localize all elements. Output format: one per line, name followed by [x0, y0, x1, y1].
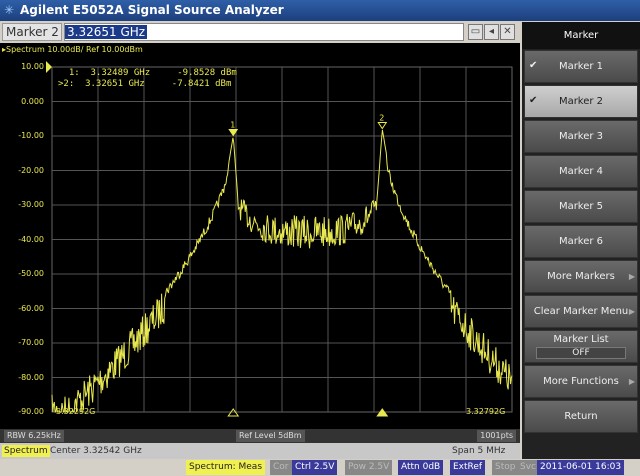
softkey-label: Marker 2	[558, 96, 604, 107]
y-tick-label: 0.000	[21, 96, 44, 106]
status-bar: Spectrum: Meas Cor Ctrl 2.5V Pow 2.5V At…	[0, 459, 640, 476]
softkey-marker-6[interactable]: Marker 6	[524, 225, 638, 258]
stop-freq: 3.32792G	[466, 407, 506, 416]
softkey-marker-2[interactable]: ✔ Marker 2	[524, 85, 638, 118]
softkey-label: More Markers	[547, 271, 615, 282]
y-tick-label: 10.00	[21, 62, 44, 71]
softkey-clear-marker-menu[interactable]: Clear Marker Menu ▶	[524, 295, 638, 328]
marker-2-label: 2	[379, 114, 384, 123]
softkey-label: Clear Marker Menu	[533, 306, 629, 317]
softkey-marker-3[interactable]: Marker 3	[524, 120, 638, 153]
y-tick-label: -10.00	[18, 131, 44, 140]
pow-status: Pow 2.5V	[345, 460, 393, 475]
softkey-label: Marker 5	[558, 201, 604, 212]
title-bar: ✳ Agilent E5052A Signal Source Analyzer	[0, 0, 640, 21]
submenu-arrow-icon: ▶	[628, 307, 635, 316]
y-tick-label: -90.00	[18, 407, 44, 416]
softkey-label: Return	[564, 411, 598, 422]
cor-status: Cor	[270, 460, 292, 475]
softkey-marker-list[interactable]: Marker List OFF	[524, 330, 638, 363]
spectrum-plot: 12	[46, 61, 513, 417]
extref-status: ExtRef	[450, 460, 486, 475]
softkey-more-markers[interactable]: More Markers ▶	[524, 260, 638, 293]
ref-level-label: Ref Level 5dBm	[236, 430, 305, 442]
softkey-title: Marker	[522, 22, 640, 49]
y-tick-label: -70.00	[18, 338, 44, 347]
backspace-button[interactable]: ◂	[484, 24, 499, 40]
entry-value-text: 3.32651 GHz	[65, 25, 148, 39]
softkey-value: OFF	[536, 347, 626, 359]
check-icon: ✔	[529, 95, 538, 106]
y-tick-label: -50.00	[18, 269, 44, 278]
y-tick-label: -30.00	[18, 200, 44, 209]
softkey-label: Marker 1	[558, 61, 604, 72]
window-title: Agilent E5052A Signal Source Analyzer	[20, 3, 284, 17]
stop-status: Stop	[492, 460, 519, 475]
info-bar: RBW 6.25kHz Ref Level 5dBm 1001pts	[0, 429, 520, 443]
softkey-panel: Marker ✔ Marker 1 ✔ Marker 2 Marker 3 Marker …	[522, 22, 640, 459]
entry-bar: Marker 2 3.32651 GHz ▭ ◂ ✕	[0, 22, 520, 42]
softkey-return[interactable]: Return	[524, 400, 638, 433]
marker-readout-2: >2: 3.32651 GHz -7.8421 dBm	[58, 79, 232, 89]
ref-level-arrow-icon	[46, 61, 52, 73]
minimize-button[interactable]: ▭	[468, 24, 483, 40]
meas-status: Spectrum: Meas	[186, 460, 266, 475]
close-icon[interactable]: ✕	[500, 24, 515, 40]
center-freq: Center 3.32542 GHz	[50, 446, 142, 456]
y-tick-label: -40.00	[18, 234, 44, 244]
check-icon: ✔	[529, 60, 538, 71]
span-label: Span 5 MHz	[452, 446, 506, 456]
datetime: 2011-06-01 16:03	[537, 460, 625, 475]
softkey-marker-4[interactable]: Marker 4	[524, 155, 638, 188]
softkey-label: Marker 6	[558, 236, 604, 247]
marker-1-label: 1	[230, 120, 235, 129]
attn-status: Attn 0dB	[398, 460, 444, 475]
softkey-label: Marker 3	[558, 131, 604, 142]
entry-value-input[interactable]: 3.32651 GHz	[64, 23, 464, 41]
submenu-arrow-icon: ▶	[628, 272, 635, 281]
softkey-label: More Functions	[543, 376, 619, 387]
agilent-logo-icon: ✳	[4, 3, 15, 17]
mode-label: Spectrum	[2, 445, 50, 457]
svc-status: Svc	[517, 460, 539, 475]
points-label: 1001pts	[477, 430, 516, 442]
submenu-arrow-icon: ▶	[628, 377, 635, 386]
entry-label: Marker 2	[2, 23, 62, 41]
y-tick-label: -20.00	[18, 165, 44, 175]
softkey-marker-1[interactable]: ✔ Marker 1	[524, 50, 638, 83]
softkey-more-functions[interactable]: More Functions ▶	[524, 365, 638, 398]
marker-2-icon[interactable]	[377, 122, 388, 130]
y-tick-label: -60.00	[18, 303, 44, 313]
channel-bar: Spectrum Center 3.32542 GHz Span 5 MHz	[0, 443, 520, 459]
trace-display: ▸Spectrum 10.00dB/ Ref 10.00dBm 12 10.00…	[0, 43, 520, 443]
softkey-label: Marker 4	[558, 166, 604, 177]
ctrl-status: Ctrl 2.5V	[292, 460, 338, 475]
marker-readout-1: 1: 3.32489 GHz -9.8528 dBm	[58, 68, 237, 78]
rbw-label: RBW 6.25kHz	[4, 430, 64, 442]
start-freq: 3.32292G	[56, 407, 96, 416]
softkey-marker-5[interactable]: Marker 5	[524, 190, 638, 223]
y-tick-label: -80.00	[18, 372, 44, 382]
softkey-label: Marker List	[553, 334, 609, 345]
